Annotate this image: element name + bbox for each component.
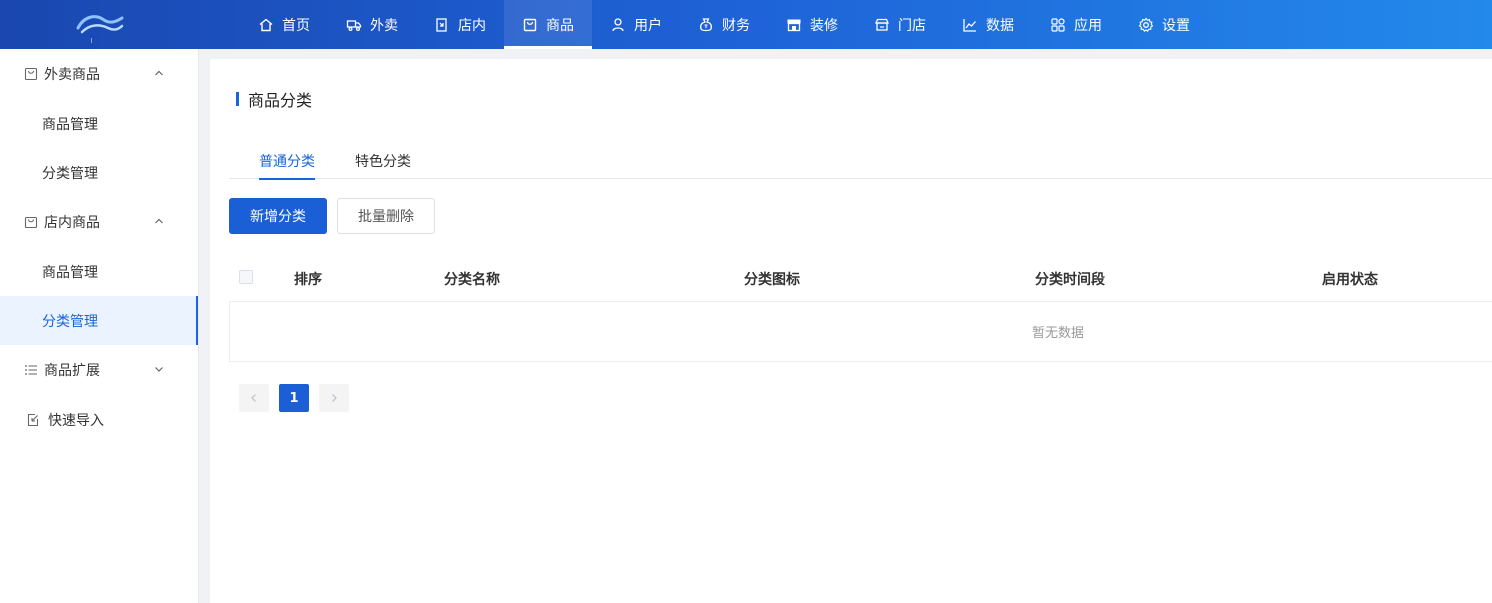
column-header-enabled-status[interactable]: 启用状态 (1322, 269, 1378, 289)
next-page-button[interactable] (319, 384, 349, 412)
nav-item-settings[interactable]: 设置 (1120, 0, 1208, 49)
sidebar-group-label: 快速导入 (48, 413, 104, 429)
sidebar-group-delivery-goods[interactable]: 外卖商品 (0, 49, 198, 99)
nav-item-apps[interactable]: 应用 (1032, 0, 1120, 49)
gear-icon (1138, 17, 1154, 33)
batch-delete-button[interactable]: 批量删除 (337, 198, 435, 234)
logo[interactable] (74, 6, 126, 36)
sidebar-item-delivery-goods-manage[interactable]: 商品管理 (0, 99, 198, 148)
chevron-right-icon (329, 393, 339, 403)
chevron-up-icon (154, 216, 164, 226)
column-header-time-range[interactable]: 分类时间段 (1035, 269, 1105, 289)
sidebar-item-delivery-category-manage[interactable]: 分类管理 (0, 148, 198, 197)
nav-item-decor[interactable]: 装修 (768, 0, 856, 49)
category-table: 排序 分类名称 分类图标 分类时间段 启用状态 暂无数据 (229, 253, 1492, 362)
nav-item-delivery[interactable]: 外卖 (328, 0, 416, 49)
import-icon (26, 413, 40, 427)
title-accent-bar (236, 92, 239, 106)
bag-icon (24, 215, 38, 229)
nav-label: 装修 (810, 17, 838, 34)
chevron-left-icon (249, 393, 259, 403)
sidebar-item-store-category-manage[interactable]: 分类管理 (0, 296, 198, 345)
chevron-up-icon (154, 68, 164, 78)
empty-text: 暂无数据 (1032, 326, 1085, 341)
nav-item-finance[interactable]: 财务 (680, 0, 768, 49)
page-title: 商品分类 (236, 89, 313, 110)
nav-label: 应用 (1074, 17, 1102, 34)
nav-label: 外卖 (370, 17, 398, 34)
top-navbar: 首页 外卖 店内 商品 用户 财务 装修 门店 数据 应用 设置 (0, 0, 1492, 49)
nav-item-user[interactable]: 用户 (592, 0, 680, 49)
money-bag-icon (698, 17, 714, 33)
page-number-current[interactable]: 1 (279, 384, 309, 412)
nav-label: 店内 (458, 17, 486, 34)
sidebar: 外卖商品 商品管理 分类管理 店内商品 商品管理 分类管理 商品扩展 快速导入 (0, 49, 199, 603)
bag-icon (24, 67, 38, 81)
chevron-down-icon (154, 364, 164, 374)
sidebar-group-label: 商品扩展 (44, 363, 100, 379)
nav-item-goods[interactable]: 商品 (504, 0, 592, 49)
delivery-icon (346, 17, 362, 33)
main-nav: 首页 外卖 店内 商品 用户 财务 装修 门店 数据 应用 设置 (240, 0, 1208, 49)
sidebar-group-quick-import[interactable]: 快速导入 (0, 395, 198, 445)
bag-icon (522, 17, 538, 33)
home-icon (258, 17, 274, 33)
sidebar-item-store-goods-manage[interactable]: 商品管理 (0, 247, 198, 296)
nav-label: 设置 (1162, 17, 1190, 34)
user-icon (610, 17, 626, 33)
main-panel: 商品分类 普通分类 特色分类 新增分类 批量删除 排序 分类名称 分类图标 分类… (210, 59, 1492, 603)
tab-label: 普通分类 (259, 154, 315, 170)
table-header: 排序 分类名称 分类图标 分类时间段 启用状态 (229, 253, 1492, 302)
apps-icon (1050, 17, 1066, 33)
shop-decor-icon (786, 17, 802, 33)
page-title-text: 商品分类 (248, 91, 313, 110)
nav-item-data[interactable]: 数据 (944, 0, 1032, 49)
select-all-checkbox[interactable] (239, 270, 253, 284)
nav-label: 用户 (634, 17, 662, 34)
store-inside-icon (434, 17, 450, 33)
nav-label: 数据 (986, 17, 1014, 34)
list-icon (24, 363, 38, 377)
tab-normal-category[interactable]: 普通分类 (229, 143, 325, 180)
sidebar-item-label: 商品管理 (42, 264, 98, 281)
table-empty-state: 暂无数据 (229, 302, 1492, 362)
sidebar-group-goods-extension[interactable]: 商品扩展 (0, 345, 198, 395)
add-category-button[interactable]: 新增分类 (229, 198, 327, 234)
pagination: 1 (239, 384, 359, 412)
nav-label: 商品 (546, 17, 574, 34)
sidebar-group-store-goods[interactable]: 店内商品 (0, 197, 198, 247)
sidebar-group-label: 外卖商品 (44, 67, 100, 83)
shop-icon (874, 17, 890, 33)
nav-item-shop[interactable]: 门店 (856, 0, 944, 49)
sidebar-group-label: 店内商品 (44, 215, 100, 231)
column-header-sort[interactable]: 排序 (294, 269, 322, 289)
logo-divider (91, 38, 92, 43)
tab-special-category[interactable]: 特色分类 (345, 143, 421, 179)
sidebar-item-label: 分类管理 (42, 165, 98, 182)
nav-label: 财务 (722, 17, 750, 34)
nav-item-home[interactable]: 首页 (240, 0, 328, 49)
tab-label: 特色分类 (355, 154, 411, 170)
sidebar-item-label: 分类管理 (42, 313, 98, 330)
column-header-name[interactable]: 分类名称 (444, 269, 500, 289)
chart-icon (962, 17, 978, 33)
sidebar-item-label: 商品管理 (42, 116, 98, 133)
category-tabs: 普通分类 特色分类 (229, 143, 1492, 180)
nav-item-store-inside[interactable]: 店内 (416, 0, 504, 49)
prev-page-button[interactable] (239, 384, 269, 412)
nav-label: 首页 (282, 17, 310, 34)
nav-label: 门店 (898, 17, 926, 34)
column-header-icon[interactable]: 分类图标 (744, 269, 800, 289)
